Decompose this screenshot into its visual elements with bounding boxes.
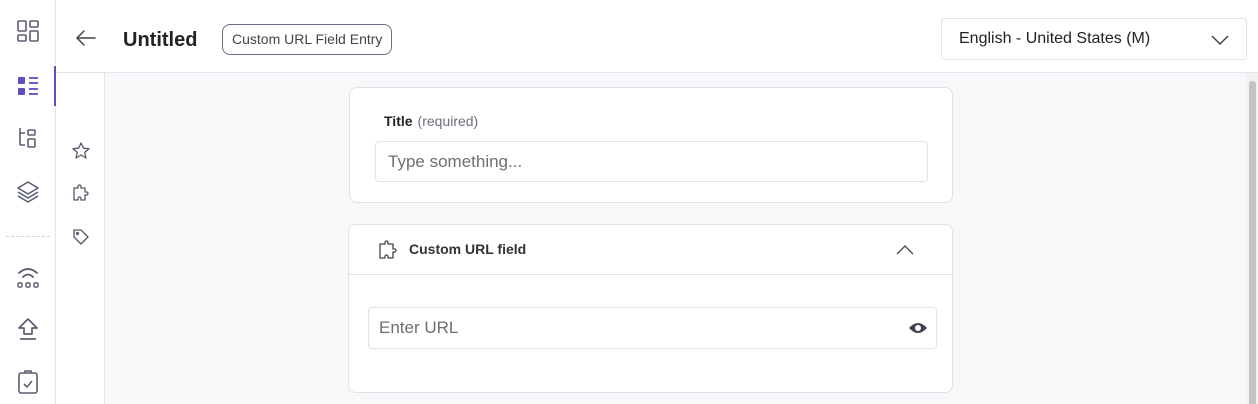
tags-button[interactable]	[67, 223, 95, 251]
title-field-label: Title (required)	[384, 113, 478, 129]
entry-side-panel	[56, 73, 105, 404]
title-field-card: Title (required)	[349, 87, 953, 203]
url-input-wrapper	[368, 307, 937, 349]
scrollbar-thumb[interactable]	[1249, 81, 1256, 404]
dashboard-icon	[17, 20, 39, 42]
nav-divider	[6, 236, 50, 237]
tag-icon	[73, 229, 89, 245]
url-input[interactable]	[369, 308, 889, 348]
tasks-icon	[18, 370, 38, 394]
title-input[interactable]	[375, 141, 928, 182]
entries-nav-button[interactable]	[8, 68, 48, 104]
content-type-badge: Custom URL Field Entry	[222, 24, 393, 55]
assets-nav-button[interactable]	[8, 174, 48, 210]
extension-icon	[379, 240, 397, 259]
custom-url-field-header[interactable]: Custom URL field	[349, 225, 952, 275]
entries-icon	[18, 77, 38, 95]
favorite-button[interactable]	[67, 137, 95, 165]
locale-dropdown[interactable]: English - United States (M)	[941, 18, 1247, 60]
custom-url-field-title: Custom URL field	[409, 241, 527, 257]
required-indicator: (required)	[417, 113, 479, 129]
main-nav-rail	[0, 0, 56, 404]
arrow-left-icon	[75, 30, 96, 46]
chevron-up-icon[interactable]	[895, 240, 915, 260]
custom-url-field-card: Custom URL field	[348, 224, 953, 393]
extensions-button[interactable]	[67, 179, 95, 207]
star-icon	[72, 142, 90, 159]
content-models-icon	[19, 128, 36, 148]
tasks-nav-button[interactable]	[8, 364, 48, 400]
title-label-text: Title	[384, 113, 413, 129]
content-models-nav-button[interactable]	[8, 120, 48, 156]
assets-icon	[17, 181, 39, 203]
back-button[interactable]	[72, 24, 100, 52]
publish-queue-icon	[18, 318, 38, 340]
locale-selected-value: English - United States (M)	[959, 30, 1151, 47]
releases-icon	[17, 268, 39, 288]
vertical-scrollbar[interactable]	[1247, 73, 1258, 404]
chevron-down-icon	[1211, 35, 1229, 46]
dashboard-nav-button[interactable]	[8, 13, 48, 49]
extension-icon	[73, 184, 89, 201]
releases-nav-button[interactable]	[8, 259, 48, 295]
page-title: Untitled	[123, 29, 198, 51]
entry-header: Untitled Custom URL Field Entry English …	[56, 0, 1258, 73]
publish-queue-nav-button[interactable]	[8, 311, 48, 347]
eye-icon[interactable]	[908, 320, 928, 336]
